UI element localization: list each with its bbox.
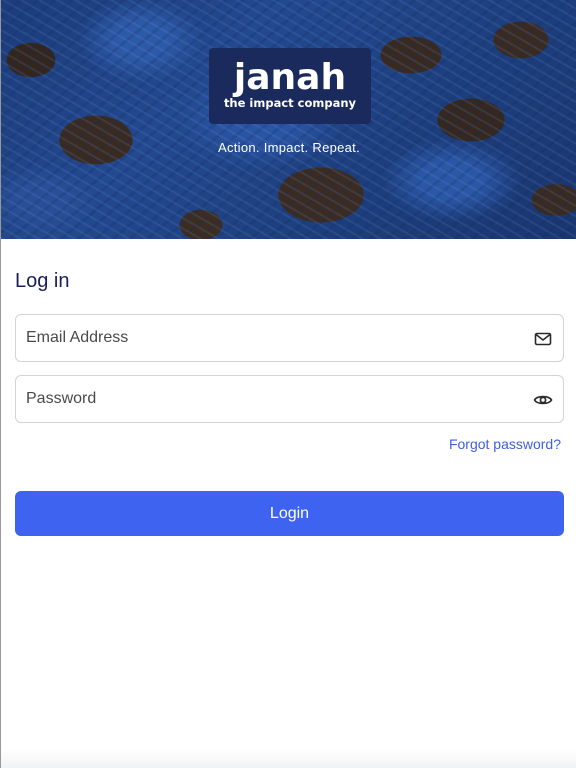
logo-wordmark: janah [233,57,347,98]
forgot-password-link[interactable]: Forgot password? [449,436,561,452]
email-field[interactable] [16,315,563,361]
tagline: Action. Impact. Repeat. [217,140,361,155]
email-field-container [15,314,564,362]
page-title: Log in [15,270,70,292]
logo-subtitle: the impact company [223,96,357,110]
password-field[interactable] [16,376,563,422]
password-field-container [15,375,564,423]
brand-logo: janah the impact company [209,48,371,124]
eye-icon[interactable] [533,390,553,410]
hero-banner: janah the impact company Action. Impact.… [1,0,576,239]
login-button[interactable]: Login [15,491,564,536]
bottom-shadow [1,750,576,768]
mail-icon [534,332,552,346]
login-page: janah the impact company Action. Impact.… [0,0,576,768]
